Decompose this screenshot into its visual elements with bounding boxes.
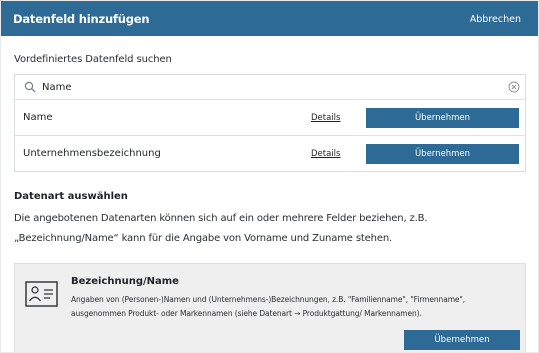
result-name: Unternehmensbezeichnung bbox=[23, 148, 161, 159]
apply-button[interactable]: Übernehmen bbox=[366, 108, 519, 128]
search-label: Vordefiniertes Datenfeld suchen bbox=[14, 54, 172, 65]
card-title: Bezeichnung/Name bbox=[71, 276, 179, 287]
result-row-company: Unternehmensbezeichnung Details Übernehm… bbox=[15, 136, 525, 172]
search-input[interactable] bbox=[42, 82, 492, 93]
result-row-name: Name Details Übernehmen bbox=[15, 100, 525, 136]
result-name: Name bbox=[23, 112, 53, 123]
search-row bbox=[15, 75, 525, 100]
cancel-button[interactable]: Abbrechen bbox=[470, 14, 521, 25]
clear-search-icon[interactable] bbox=[508, 81, 520, 93]
datatype-description: Die angebotenen Datenarten können sich a… bbox=[14, 213, 428, 244]
card-description: Angaben von (Personen-)Namen und (Untern… bbox=[71, 295, 466, 318]
search-results-box: Name Details Übernehmen Unternehmensbeze… bbox=[14, 74, 526, 172]
datatype-card: Bezeichnung/Name Angaben von (Personen-)… bbox=[14, 263, 526, 352]
dialog-header: Datenfeld hinzufügen Abbrechen bbox=[1, 1, 538, 36]
id-card-icon bbox=[25, 281, 58, 307]
apply-button[interactable]: Übernehmen bbox=[366, 144, 519, 164]
details-link[interactable]: Details bbox=[311, 113, 340, 123]
search-icon bbox=[24, 81, 36, 93]
apply-datatype-button[interactable]: Übernehmen bbox=[404, 330, 520, 350]
add-datafield-dialog: Datenfeld hinzufügen Abbrechen Vordefini… bbox=[1, 1, 538, 352]
datatype-section-title: Datenart auswählen bbox=[14, 191, 128, 202]
details-link[interactable]: Details bbox=[311, 149, 340, 159]
dialog-title: Datenfeld hinzufügen bbox=[13, 12, 150, 26]
